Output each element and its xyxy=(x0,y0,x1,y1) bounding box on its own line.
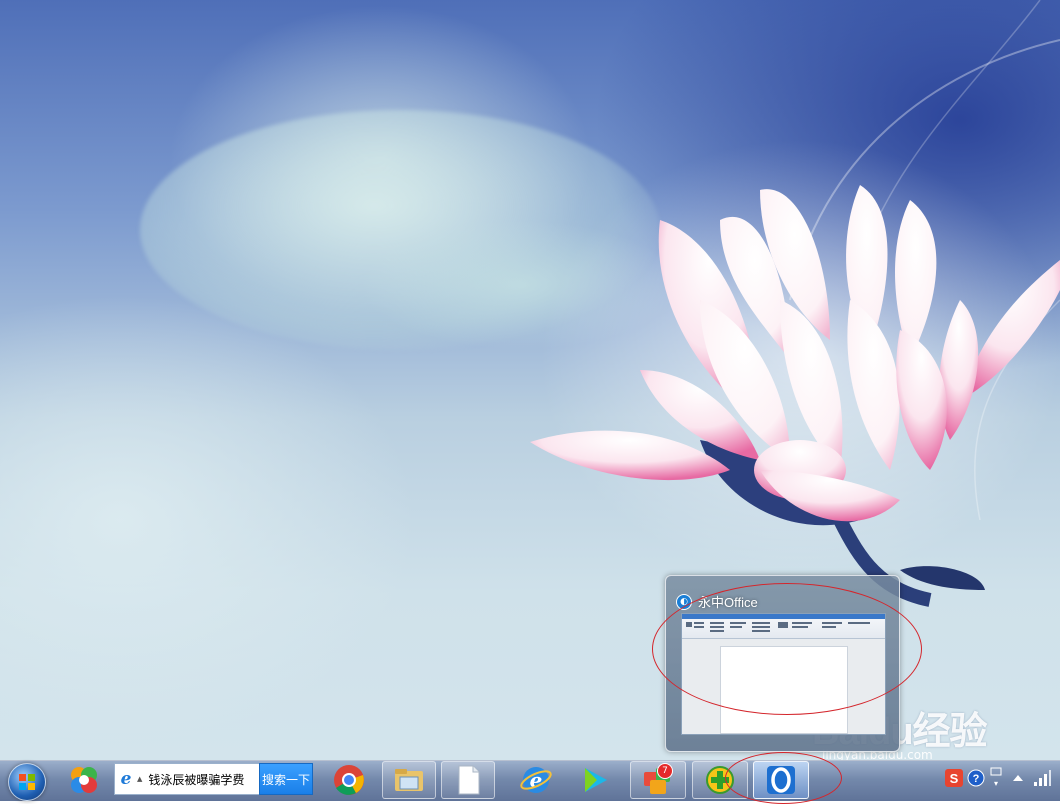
network-icon[interactable]: ▾ xyxy=(988,766,1004,790)
windows-orb-icon[interactable] xyxy=(8,763,46,801)
search-engine-dropdown[interactable]: ▲ xyxy=(137,775,142,783)
desktop: Baidu经验 jingyan.baidu.com ◐ 永中Office xyxy=(0,0,1060,760)
search-box[interactable]: e ▲ 钱泳辰被曝骗学费 xyxy=(114,763,260,795)
app-store-button[interactable]: 7 xyxy=(630,761,686,799)
sogou-s-icon[interactable]: S xyxy=(944,768,964,788)
system-tray: S ? ▾ xyxy=(944,766,1052,790)
yozo-office-icon: ◐ xyxy=(676,593,692,610)
search-button[interactable]: 搜索一下 xyxy=(259,763,313,795)
360-browser-button[interactable] xyxy=(62,761,106,799)
search-input[interactable]: 钱泳辰被曝骗学费 xyxy=(148,771,244,788)
360-browser-icon xyxy=(71,767,97,793)
folder-icon xyxy=(395,769,423,791)
media-player-button[interactable] xyxy=(572,761,616,799)
file-explorer-button[interactable] xyxy=(382,761,436,799)
svg-text:?: ? xyxy=(973,773,980,785)
taskbar-thumbnail-preview[interactable]: ◐ 永中Office xyxy=(665,575,900,752)
help-icon[interactable]: ? xyxy=(966,768,986,788)
play-icon xyxy=(585,768,607,792)
preview-header: ◐ 永中Office xyxy=(676,592,758,611)
svg-text:▾: ▾ xyxy=(994,779,998,788)
window-thumbnail[interactable] xyxy=(681,613,886,735)
chrome-button[interactable] xyxy=(327,761,371,799)
svg-text:S: S xyxy=(950,771,959,786)
yozo-office-taskbar-button[interactable] xyxy=(753,761,809,799)
chrome-icon xyxy=(334,765,364,795)
document-icon xyxy=(458,765,480,795)
yozo-office-icon xyxy=(767,766,795,794)
360-security-button[interactable] xyxy=(692,761,748,799)
plus-shield-icon xyxy=(706,766,734,794)
ie-e-icon: e xyxy=(120,769,132,789)
blank-document-button[interactable] xyxy=(441,761,495,799)
thumbnail-ribbon xyxy=(682,614,885,639)
ie-button[interactable]: e xyxy=(514,761,558,799)
document-page xyxy=(720,646,848,734)
notification-badge: 7 xyxy=(657,763,673,779)
signal-bars-icon[interactable] xyxy=(1032,768,1052,788)
preview-title: 永中Office xyxy=(698,595,758,610)
up-arrow-icon[interactable] xyxy=(1010,768,1026,788)
ie-icon: e xyxy=(520,767,552,793)
lotus-flower-wallpaper xyxy=(530,0,1060,607)
